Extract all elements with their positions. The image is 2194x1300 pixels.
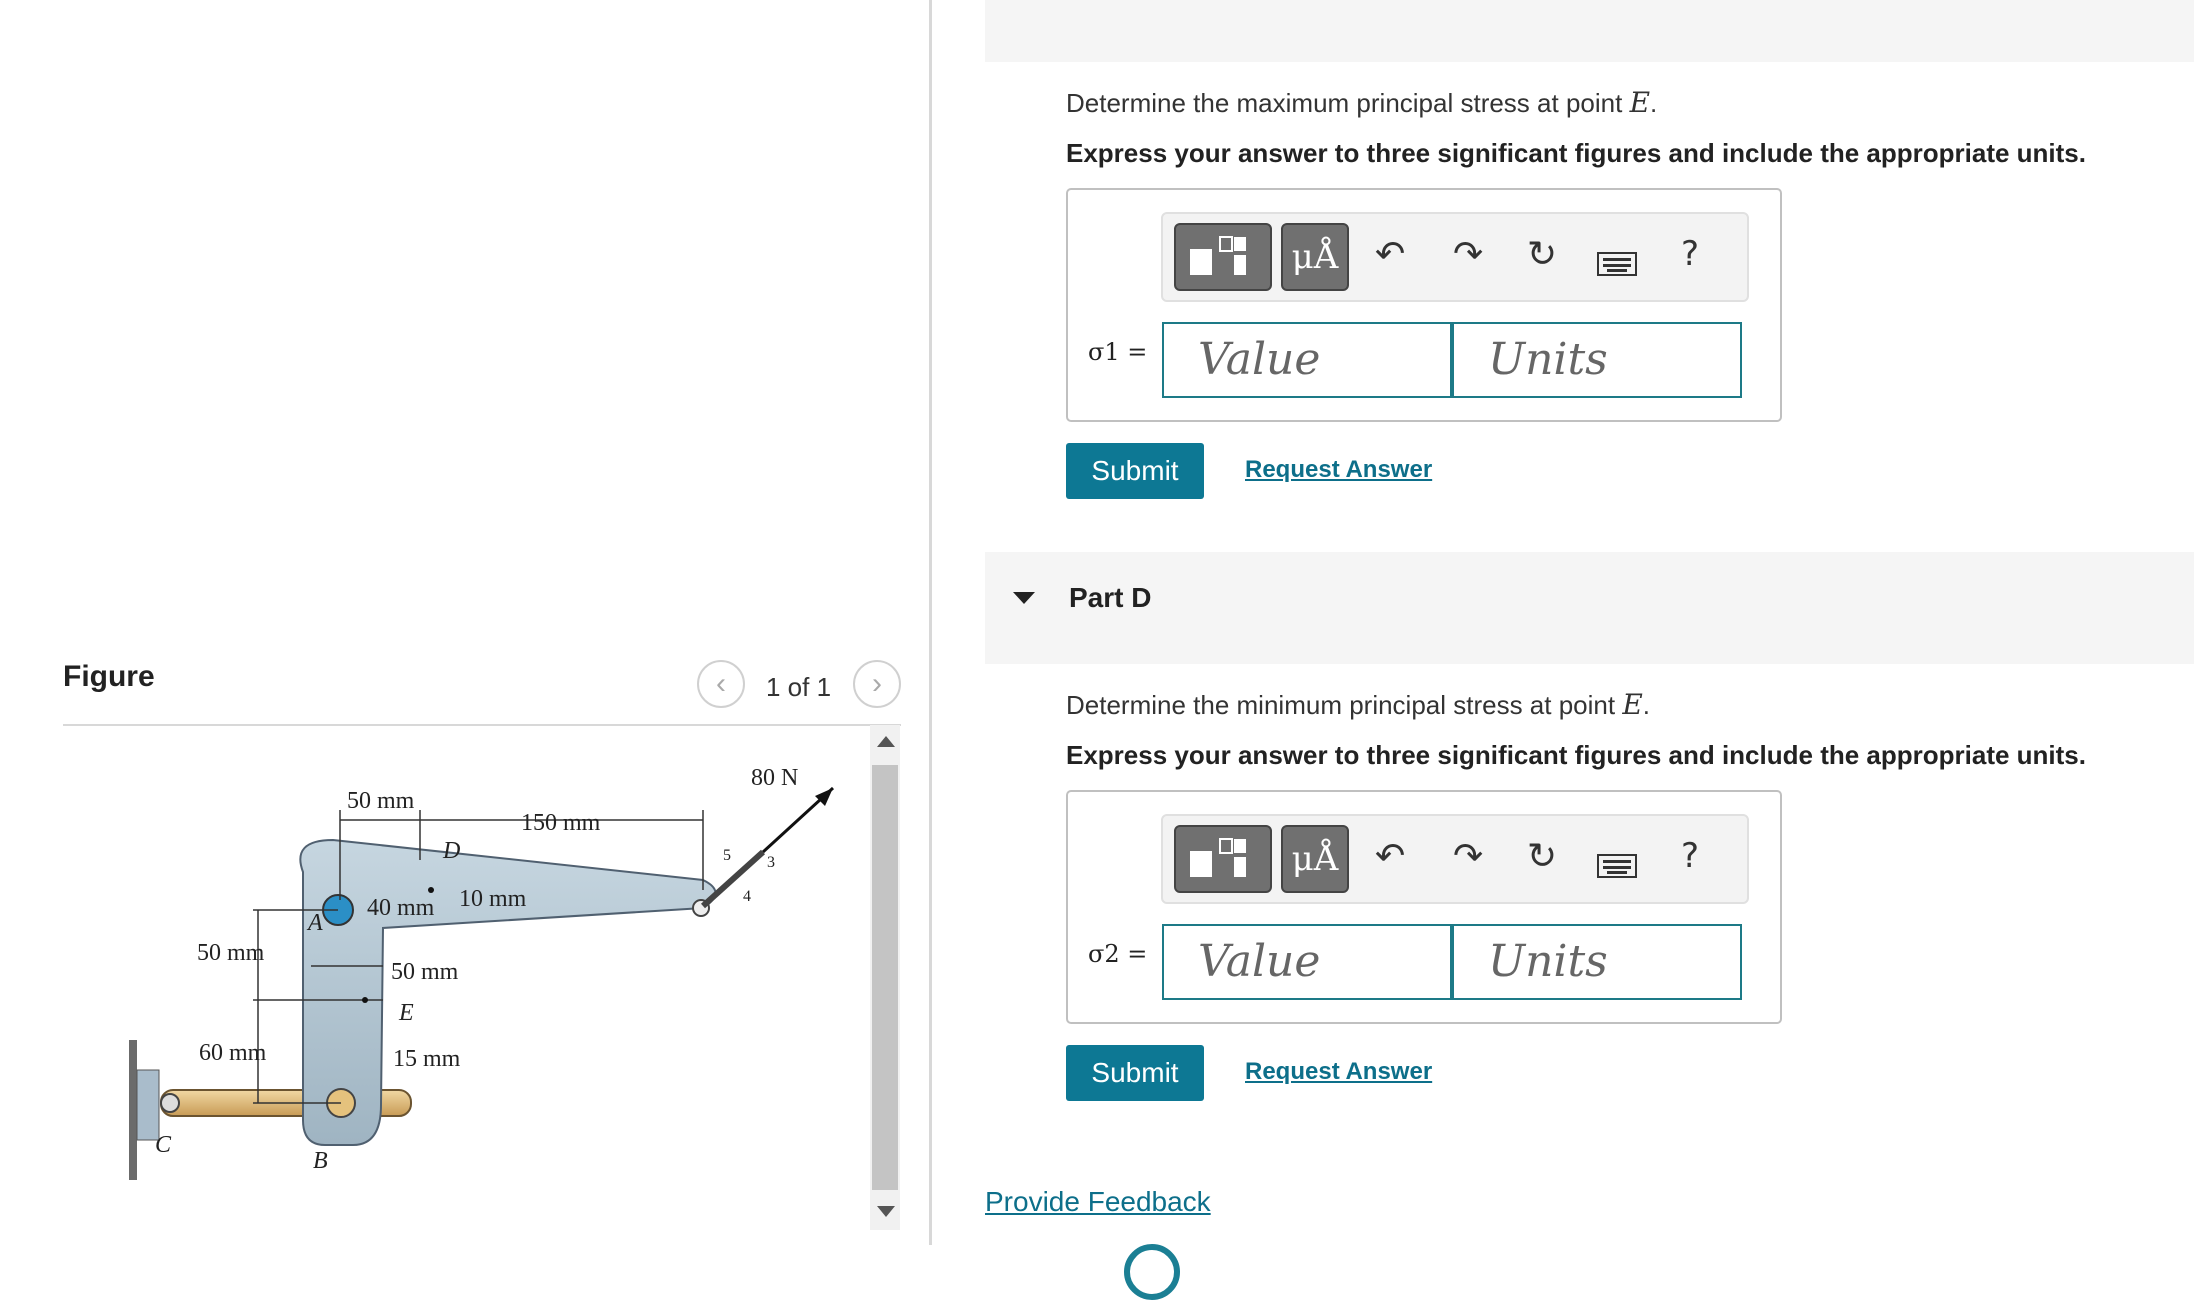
part-c-point: E (1629, 86, 1651, 119)
label-dim-50-left: 50 mm (197, 940, 265, 966)
collapse-triangle-icon[interactable] (1013, 592, 1035, 604)
next-figure-button[interactable]: › (853, 660, 901, 708)
label-dim-50-mid: 50 mm (391, 959, 459, 985)
help-icon[interactable]: ? (1681, 234, 1699, 274)
part-d-instruction: Express your answer to three significant… (1066, 740, 2086, 770)
redo-icon[interactable]: ↷ (1453, 836, 1483, 877)
sigma2-value-input[interactable]: Value (1162, 924, 1452, 1000)
wall (129, 1040, 137, 1180)
next-logo-icon (1124, 1244, 1180, 1300)
point-e-dot (362, 997, 368, 1003)
label-slope-3: 3 (767, 854, 775, 871)
label-dim-10: 10 mm (459, 886, 527, 912)
part-c-request-answer-link[interactable]: Request Answer (1245, 456, 1432, 484)
part-c-instruction: Express your answer to three significant… (1066, 138, 2086, 168)
part-c-question: Determine the maximum principal stress a… (1066, 86, 1658, 119)
prev-figure-button[interactable]: ‹ (697, 660, 745, 708)
chevron-right-icon: › (872, 667, 882, 700)
panel-divider (929, 0, 932, 1245)
part-c-submit-button[interactable]: Submit (1066, 443, 1204, 499)
undo-icon[interactable]: ↶ (1375, 234, 1405, 275)
label-point-a: A (306, 910, 323, 936)
reset-icon[interactable]: ↻ (1527, 234, 1557, 275)
point-d-dot (428, 887, 434, 893)
sigma1-value-input[interactable]: Value (1162, 322, 1452, 398)
label-dim-50-top: 50 mm (347, 788, 415, 814)
label-point-b: B (313, 1148, 328, 1174)
units-icon[interactable]: μÅ (1281, 825, 1349, 893)
scroll-up-arrow-icon[interactable] (877, 736, 895, 747)
templates-icon[interactable] (1174, 223, 1272, 291)
help-icon[interactable]: ? (1681, 836, 1699, 876)
label-dim-15: 15 mm (393, 1046, 461, 1072)
sigma1-label: σ1 = (1088, 338, 1148, 366)
scroll-down-arrow-icon[interactable] (877, 1206, 895, 1217)
label-point-d: D (442, 838, 460, 864)
part-d-request-answer-link[interactable]: Request Answer (1245, 1058, 1432, 1086)
chevron-left-icon: ‹ (716, 667, 726, 700)
part-d-toolbar: μÅ ↶ ↷ ↻ ? (1161, 814, 1749, 904)
sigma1-units-input[interactable]: Units (1452, 322, 1742, 398)
sigma2-label: σ2 = (1088, 940, 1148, 968)
label-point-c: C (155, 1132, 172, 1158)
keyboard-icon[interactable] (1597, 244, 1637, 285)
units-icon[interactable]: μÅ (1281, 223, 1349, 291)
label-slope-4: 4 (743, 888, 751, 905)
part-d-submit-button[interactable]: Submit (1066, 1045, 1204, 1101)
keyboard-icon[interactable] (1597, 846, 1637, 887)
part-d-question: Determine the minimum principal stress a… (1066, 688, 1651, 721)
redo-icon[interactable]: ↷ (1453, 234, 1483, 275)
label-point-e: E (398, 1000, 414, 1026)
label-slope-5: 5 (723, 847, 731, 864)
sigma2-units-input[interactable]: Units (1452, 924, 1742, 1000)
part-c-answer-box: μÅ ↶ ↷ ↻ ? σ1 = Value Units (1066, 188, 1782, 422)
figure-title: Figure (63, 660, 155, 693)
figure-scrollbar-thumb[interactable] (872, 765, 898, 1190)
part-d-answer-box: μÅ ↶ ↷ ↻ ? σ2 = Value Units (1066, 790, 1782, 1024)
label-dim-60: 60 mm (199, 1040, 267, 1066)
load-rod (700, 849, 766, 909)
figure-pager: 1 of 1 (766, 672, 832, 702)
wall-bracket (136, 1069, 160, 1141)
label-force: 80 N (751, 765, 798, 791)
figure-diagram: 80 N 50 mm 150 mm D 40 mm 10 mm A 50 mm … (129, 765, 835, 1180)
part-c-toolbar: μÅ ↶ ↷ ↻ ? (1161, 212, 1749, 302)
pin-c (160, 1093, 180, 1113)
reset-icon[interactable]: ↻ (1527, 836, 1557, 877)
figure-divider (63, 724, 901, 726)
part-d-point: E (1622, 688, 1643, 721)
undo-icon[interactable]: ↶ (1375, 836, 1405, 877)
templates-icon[interactable] (1174, 825, 1272, 893)
label-dim-150: 150 mm (521, 810, 601, 836)
part-d-title[interactable]: Part D (1069, 582, 1151, 614)
label-dim-40: 40 mm (367, 895, 435, 921)
part-c-header[interactable] (985, 0, 2194, 62)
provide-feedback-link[interactable]: Provide Feedback (985, 1186, 1211, 1218)
part-d-header[interactable] (985, 552, 2194, 664)
